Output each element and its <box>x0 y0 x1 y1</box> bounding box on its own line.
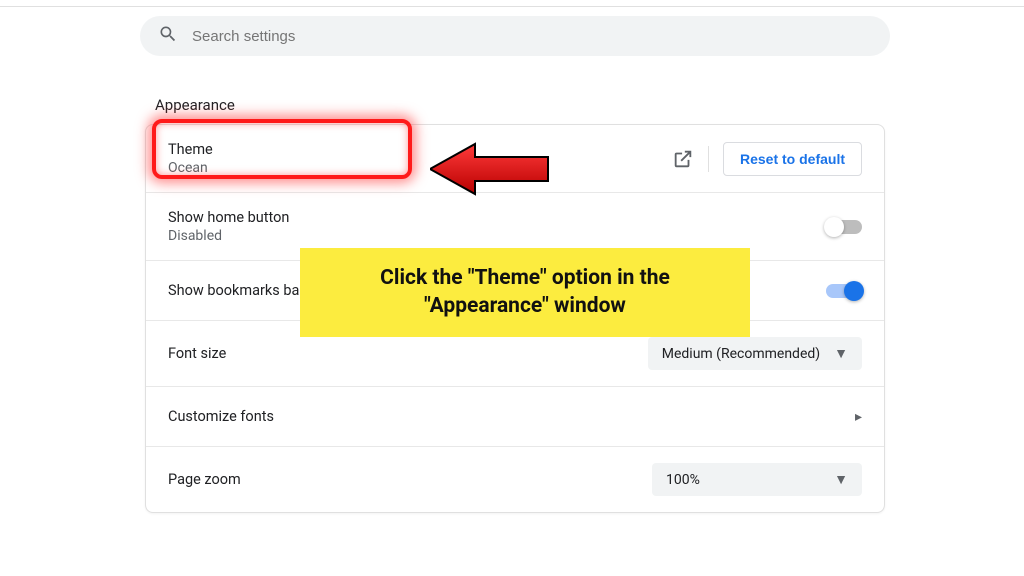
chevron-right-icon: ▸ <box>855 409 862 425</box>
page-zoom-label: Page zoom <box>168 471 241 488</box>
customize-fonts-row[interactable]: Customize fonts ▸ <box>146 387 884 447</box>
theme-label: Theme <box>168 141 213 158</box>
show-bookmarks-bar-row[interactable]: Show bookmarks bar <box>146 261 884 321</box>
font-size-select[interactable]: Medium (Recommended) ▼ <box>648 337 862 370</box>
page-zoom-select[interactable]: 100% ▼ <box>652 463 862 496</box>
home-button-toggle[interactable] <box>826 220 862 234</box>
search-bar[interactable] <box>140 16 890 56</box>
page-zoom-value: 100% <box>666 472 700 488</box>
theme-value: Ocean <box>168 160 213 176</box>
search-icon <box>158 24 178 48</box>
section-title: Appearance <box>155 96 235 114</box>
toggle-knob <box>844 281 864 301</box>
reset-to-default-button[interactable]: Reset to default <box>723 142 862 176</box>
caret-down-icon: ▼ <box>834 471 848 488</box>
separator <box>708 146 709 172</box>
search-input[interactable] <box>192 28 872 45</box>
open-external-icon[interactable] <box>672 148 694 170</box>
bookmarks-label: Show bookmarks bar <box>168 282 304 299</box>
page-zoom-row: Page zoom 100% ▼ <box>146 447 884 512</box>
toggle-knob <box>824 217 844 237</box>
bookmarks-toggle[interactable] <box>826 284 862 298</box>
font-size-label: Font size <box>168 345 226 362</box>
top-divider <box>0 6 1024 7</box>
home-button-label: Show home button <box>168 209 289 226</box>
settings-card: Theme Ocean Reset to default Show home b… <box>145 124 885 513</box>
caret-down-icon: ▼ <box>834 345 848 362</box>
home-button-status: Disabled <box>168 228 289 244</box>
font-size-row: Font size Medium (Recommended) ▼ <box>146 321 884 387</box>
show-home-button-row[interactable]: Show home button Disabled <box>146 193 884 261</box>
theme-row[interactable]: Theme Ocean Reset to default <box>146 125 884 193</box>
font-size-value: Medium (Recommended) <box>662 346 820 362</box>
customize-fonts-label: Customize fonts <box>168 408 274 425</box>
